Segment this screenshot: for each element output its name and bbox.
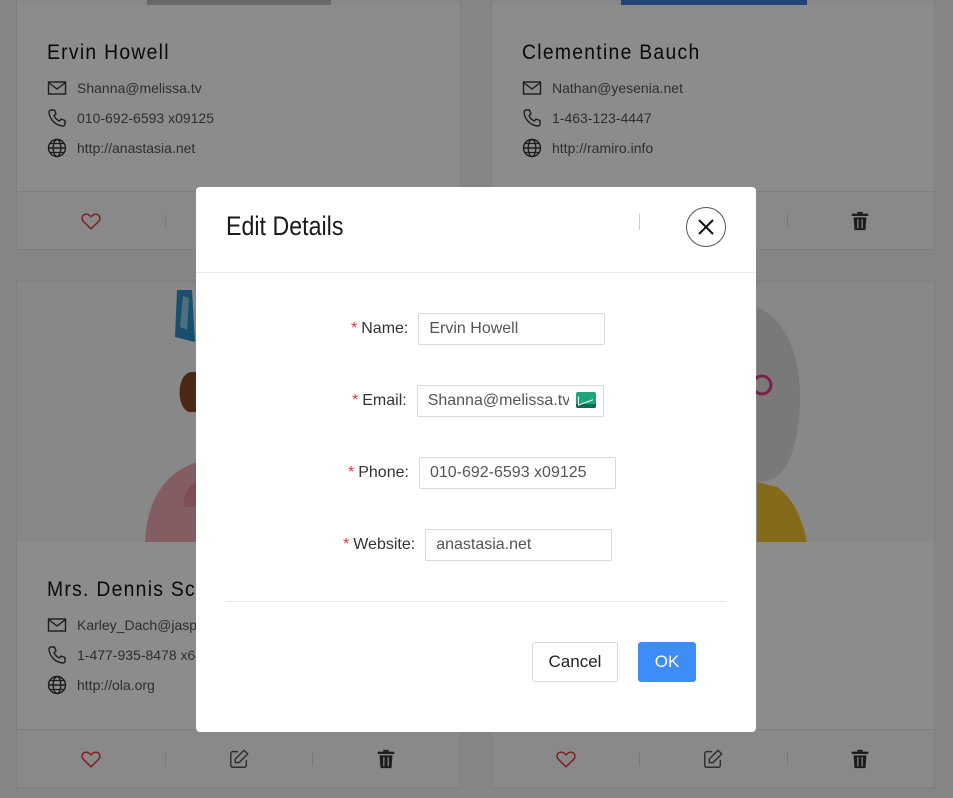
header-divider: [639, 214, 640, 230]
required-mark: *: [351, 320, 358, 337]
email-field-wrap: [416, 385, 604, 417]
required-mark: *: [352, 392, 359, 409]
modal-divider: [226, 601, 726, 602]
name-label: * Name:: [351, 320, 409, 337]
edit-details-modal: Edit Details *Name: *Email: *Phone: *Web…: [196, 187, 756, 732]
close-button[interactable]: [686, 207, 726, 247]
form-row-email: * Email:: [352, 385, 604, 417]
email-label: * Email:: [352, 392, 407, 409]
phone-label: * Phone:: [348, 464, 409, 481]
form-row-website: * Website:: [343, 529, 613, 561]
modal-header: Edit Details: [196, 187, 756, 273]
form-row-phone: * Phone:: [348, 457, 616, 489]
mail-extension-icon[interactable]: [575, 392, 596, 408]
name-input[interactable]: [418, 313, 606, 345]
required-mark: *: [343, 536, 350, 553]
form-row-name: * Name:: [351, 313, 606, 345]
required-mark: *: [348, 464, 355, 481]
website-input[interactable]: [425, 529, 613, 561]
phone-input[interactable]: [418, 457, 616, 489]
ok-button[interactable]: OK: [638, 642, 696, 682]
modal-title: Edit Details: [226, 211, 344, 241]
cancel-button[interactable]: Cancel: [532, 642, 618, 682]
close-icon: [698, 219, 714, 235]
website-label: * Website:: [343, 536, 416, 553]
